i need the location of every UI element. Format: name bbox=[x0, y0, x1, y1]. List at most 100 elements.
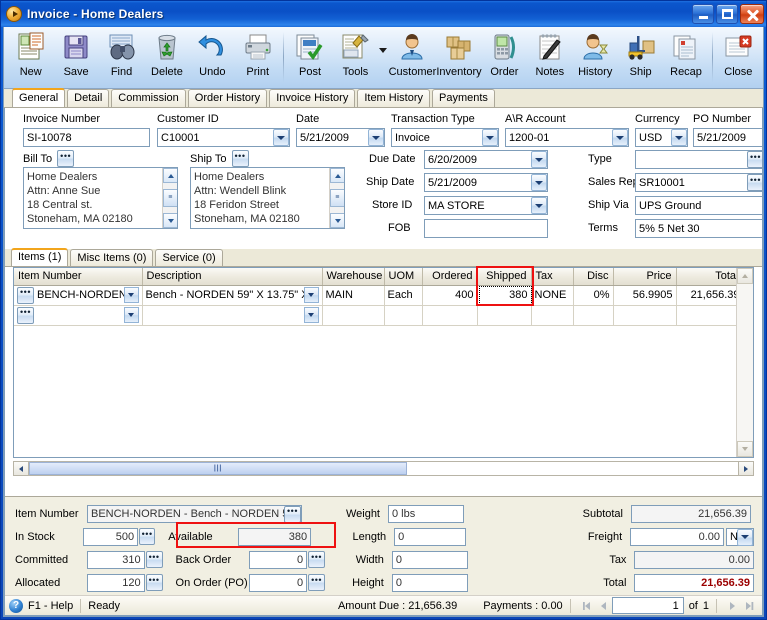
tab-commission[interactable]: Commission bbox=[111, 89, 186, 107]
column-header-item-number[interactable]: Item Number bbox=[14, 268, 143, 286]
column-header-warehouse[interactable]: Warehouse bbox=[322, 268, 385, 286]
bill-to-address[interactable]: Home Dealers Attn: Anne Sue 18 Central s… bbox=[23, 167, 178, 229]
cell-item-number[interactable]: ••• bbox=[14, 305, 143, 326]
scroll-up-icon[interactable] bbox=[163, 168, 177, 183]
table-row[interactable]: ••• bbox=[14, 305, 744, 326]
column-header-disc[interactable]: Disc bbox=[573, 268, 614, 286]
chevron-down-icon[interactable] bbox=[737, 528, 753, 546]
close-button[interactable] bbox=[740, 4, 764, 24]
chevron-down-icon[interactable] bbox=[303, 287, 319, 303]
scroll-down-icon[interactable] bbox=[330, 213, 344, 228]
due-date-input[interactable] bbox=[424, 150, 548, 169]
toolbar-button-find[interactable]: Find bbox=[99, 30, 144, 88]
scroll-down-icon[interactable] bbox=[163, 213, 177, 228]
column-header-ordered[interactable]: Ordered bbox=[422, 268, 478, 286]
committed-lookup-button[interactable]: ••• bbox=[145, 551, 163, 568]
ship-to-scrollbar[interactable]: ≡ bbox=[329, 168, 344, 228]
tab-general[interactable]: General bbox=[12, 88, 66, 107]
toolbar-button-notes[interactable]: Notes bbox=[527, 30, 572, 88]
chevron-down-icon[interactable] bbox=[303, 307, 319, 323]
minimize-button[interactable] bbox=[692, 4, 714, 24]
toolbar-button-close[interactable]: Close bbox=[716, 30, 761, 88]
on-order-po-lookup-button[interactable]: ••• bbox=[308, 574, 326, 591]
chevron-down-icon[interactable] bbox=[612, 129, 628, 146]
cell-disc[interactable]: 0% bbox=[573, 285, 614, 306]
next-record-button[interactable] bbox=[724, 598, 741, 614]
toolbar-button-ship[interactable]: Ship bbox=[618, 30, 663, 88]
cell-warehouse[interactable]: MAIN bbox=[322, 285, 385, 306]
ar-account-combo[interactable] bbox=[505, 128, 629, 147]
cell-item-number[interactable]: ••• BENCH-NORDEN bbox=[14, 285, 143, 306]
column-header-uom[interactable]: UOM bbox=[384, 268, 423, 286]
toolbar-button-tools[interactable]: Tools bbox=[333, 30, 378, 88]
toolbar-button-delete[interactable]: Delete bbox=[144, 30, 189, 88]
tab-payments[interactable]: Payments bbox=[432, 89, 495, 107]
chevron-down-icon[interactable] bbox=[273, 129, 289, 146]
toolbar-button-inventory[interactable]: Inventory bbox=[436, 30, 482, 88]
table-row[interactable]: ••• BENCH-NORDEN Bench - NORDEN 59" X 13… bbox=[14, 285, 744, 306]
cell-total[interactable] bbox=[676, 305, 744, 326]
in-stock-lookup-button[interactable]: ••• bbox=[139, 528, 156, 545]
subtab-items[interactable]: Items (1) bbox=[11, 248, 69, 266]
type-input[interactable] bbox=[635, 150, 762, 169]
height-input[interactable]: 0 bbox=[391, 573, 468, 592]
item-lookup-button[interactable]: ••• bbox=[17, 286, 34, 304]
scrollbar-thumb[interactable]: ≡ bbox=[330, 189, 344, 207]
ship-date-input[interactable] bbox=[424, 173, 548, 192]
invoice-number-input[interactable] bbox=[23, 128, 150, 147]
chevron-down-icon[interactable] bbox=[671, 129, 687, 146]
cell-shipped[interactable] bbox=[477, 305, 532, 326]
toolbar-button-new[interactable]: New bbox=[8, 30, 53, 88]
hscroll-thumb[interactable]: ||| bbox=[29, 462, 407, 475]
tab-item-history[interactable]: Item History bbox=[357, 89, 431, 107]
date-combo[interactable] bbox=[296, 128, 385, 147]
cell-ordered[interactable] bbox=[422, 305, 478, 326]
chevron-down-icon[interactable] bbox=[123, 307, 139, 323]
column-header-description[interactable]: Description bbox=[142, 268, 323, 286]
cell-total[interactable]: 21,656.39 bbox=[676, 285, 744, 306]
due-date-combo[interactable] bbox=[424, 150, 548, 169]
toolbar-button-history[interactable]: History bbox=[573, 30, 618, 88]
hscroll-track[interactable]: ||| bbox=[29, 461, 738, 476]
maximize-button[interactable] bbox=[716, 4, 738, 24]
scroll-left-icon[interactable] bbox=[13, 461, 29, 476]
width-input[interactable]: 0 bbox=[391, 550, 468, 569]
scroll-down-icon[interactable] bbox=[737, 441, 753, 457]
store-id-input[interactable] bbox=[424, 196, 548, 215]
back-order-lookup-button[interactable]: ••• bbox=[308, 551, 326, 568]
column-header-total[interactable]: Total bbox=[676, 268, 744, 286]
help-text[interactable]: F1 - Help bbox=[28, 600, 73, 612]
ship-to-address[interactable]: Home Dealers Attn: Wendell Blink 18 Feri… bbox=[190, 167, 345, 229]
terms-input[interactable] bbox=[635, 219, 762, 238]
sales-rep-input[interactable] bbox=[635, 173, 762, 192]
help-icon[interactable]: ? bbox=[9, 598, 23, 613]
freight-input[interactable]: 0.00 bbox=[630, 527, 724, 546]
chevron-down-icon[interactable] bbox=[531, 197, 547, 214]
subtab-misc-items[interactable]: Misc Items (0) bbox=[70, 249, 154, 266]
current-page-input[interactable]: 1 bbox=[611, 597, 684, 614]
fob-input[interactable] bbox=[424, 219, 548, 238]
subtab-service[interactable]: Service (0) bbox=[155, 249, 223, 266]
scroll-right-icon[interactable] bbox=[738, 461, 754, 476]
bill-to-scrollbar[interactable]: ≡ bbox=[162, 168, 177, 228]
toolbar-button-undo[interactable]: Undo bbox=[190, 30, 235, 88]
chevron-down-icon[interactable] bbox=[531, 174, 547, 191]
tools-dropdown-arrow-icon[interactable] bbox=[378, 30, 388, 88]
cell-uom[interactable] bbox=[384, 305, 423, 326]
cell-description[interactable]: Bench - NORDEN 59" X 13.75" X 1 bbox=[142, 285, 323, 306]
chevron-down-icon[interactable] bbox=[368, 129, 384, 146]
tab-order-history[interactable]: Order History bbox=[187, 89, 268, 107]
cell-warehouse[interactable] bbox=[322, 305, 385, 326]
item-lookup-button[interactable]: ••• bbox=[17, 306, 34, 324]
items-grid[interactable]: Item Number Description Warehouse UOM Or… bbox=[13, 267, 754, 458]
sales-rep-lookup-button[interactable]: ••• bbox=[747, 174, 762, 191]
chevron-down-icon[interactable] bbox=[123, 287, 139, 303]
allocated-lookup-button[interactable]: ••• bbox=[145, 574, 163, 591]
first-record-button[interactable] bbox=[578, 598, 595, 614]
tab-invoice-history[interactable]: Invoice History bbox=[269, 89, 356, 107]
transaction-type-combo[interactable] bbox=[391, 128, 499, 147]
toolbar-button-post[interactable]: Post bbox=[287, 30, 332, 88]
ar-account-input[interactable] bbox=[505, 128, 629, 147]
cell-shipped[interactable]: 380 bbox=[477, 285, 532, 306]
bill-to-lookup-button[interactable]: ••• bbox=[57, 150, 75, 167]
